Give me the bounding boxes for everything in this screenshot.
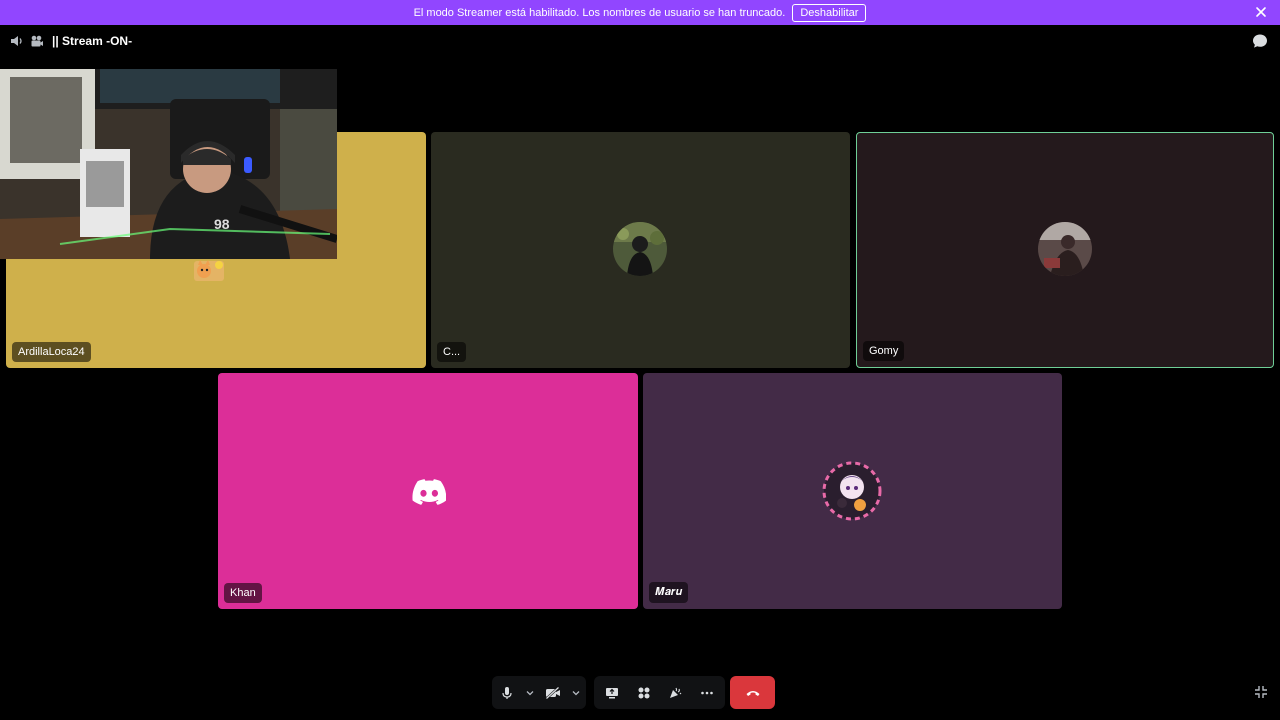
chevron-down-icon [526, 690, 534, 695]
screen-share-icon [605, 687, 618, 698]
svg-text:98: 98 [214, 216, 230, 232]
more-options-button[interactable] [692, 676, 722, 709]
hang-up-icon [746, 690, 759, 696]
speaker-icon [11, 36, 22, 46]
close-icon[interactable] [1254, 5, 1268, 19]
activity-controls [594, 676, 725, 709]
discord-logo-icon [412, 479, 446, 505]
streamer-mode-banner: El modo Streamer está habilitado. Los no… [0, 0, 1280, 25]
participant-name: C... [437, 342, 467, 362]
participant-name: Khan [224, 583, 262, 603]
chat-icon[interactable] [1252, 33, 1268, 49]
participant-tile[interactable]: 𝑴𝒂𝒓𝒖 [643, 373, 1062, 609]
soundboard-button[interactable] [660, 676, 690, 709]
avatar [822, 461, 882, 521]
participant-name: Gomy [863, 341, 905, 361]
participant-tile[interactable]: Khan [218, 373, 638, 609]
camera-icon [31, 35, 43, 47]
activities-icon [638, 687, 650, 698]
screen-share-button[interactable] [597, 676, 627, 709]
audio-video-controls [492, 676, 586, 709]
voice-call-window: El modo Streamer está habilitado. Los no… [0, 0, 1280, 720]
camera-options-button[interactable] [568, 676, 584, 709]
participant-tile[interactable]: C... [431, 132, 850, 368]
cat-emoji-icon [194, 260, 224, 281]
soundboard-icon [670, 687, 682, 698]
channel-title: || Stream -ON- [52, 34, 133, 48]
streamer-mode-message: El modo Streamer está habilitado. Los no… [413, 6, 786, 19]
disconnect-button[interactable] [730, 676, 775, 709]
more-icon [701, 691, 713, 694]
avatar [613, 222, 667, 276]
camera-off-icon [545, 685, 560, 700]
microphone-button[interactable] [492, 676, 522, 709]
webcam-stream[interactable]: 98 [0, 69, 337, 259]
participant-tile[interactable]: Gomy [856, 132, 1274, 368]
participant-name: 𝑴𝒂𝒓𝒖 [649, 582, 689, 603]
exit-fullscreen-icon[interactable] [1254, 685, 1268, 699]
participant-name: ArdillaLoca24 [12, 342, 91, 362]
avatar [1038, 222, 1092, 276]
camera-toggle-button[interactable] [538, 676, 568, 709]
chevron-down-icon [572, 690, 580, 695]
activities-button[interactable] [629, 676, 659, 709]
microphone-options-button[interactable] [522, 676, 538, 709]
call-header: || Stream -ON- [0, 26, 1280, 56]
disable-streamer-mode-button[interactable]: Deshabilitar [792, 3, 867, 22]
microphone-icon [502, 686, 512, 699]
